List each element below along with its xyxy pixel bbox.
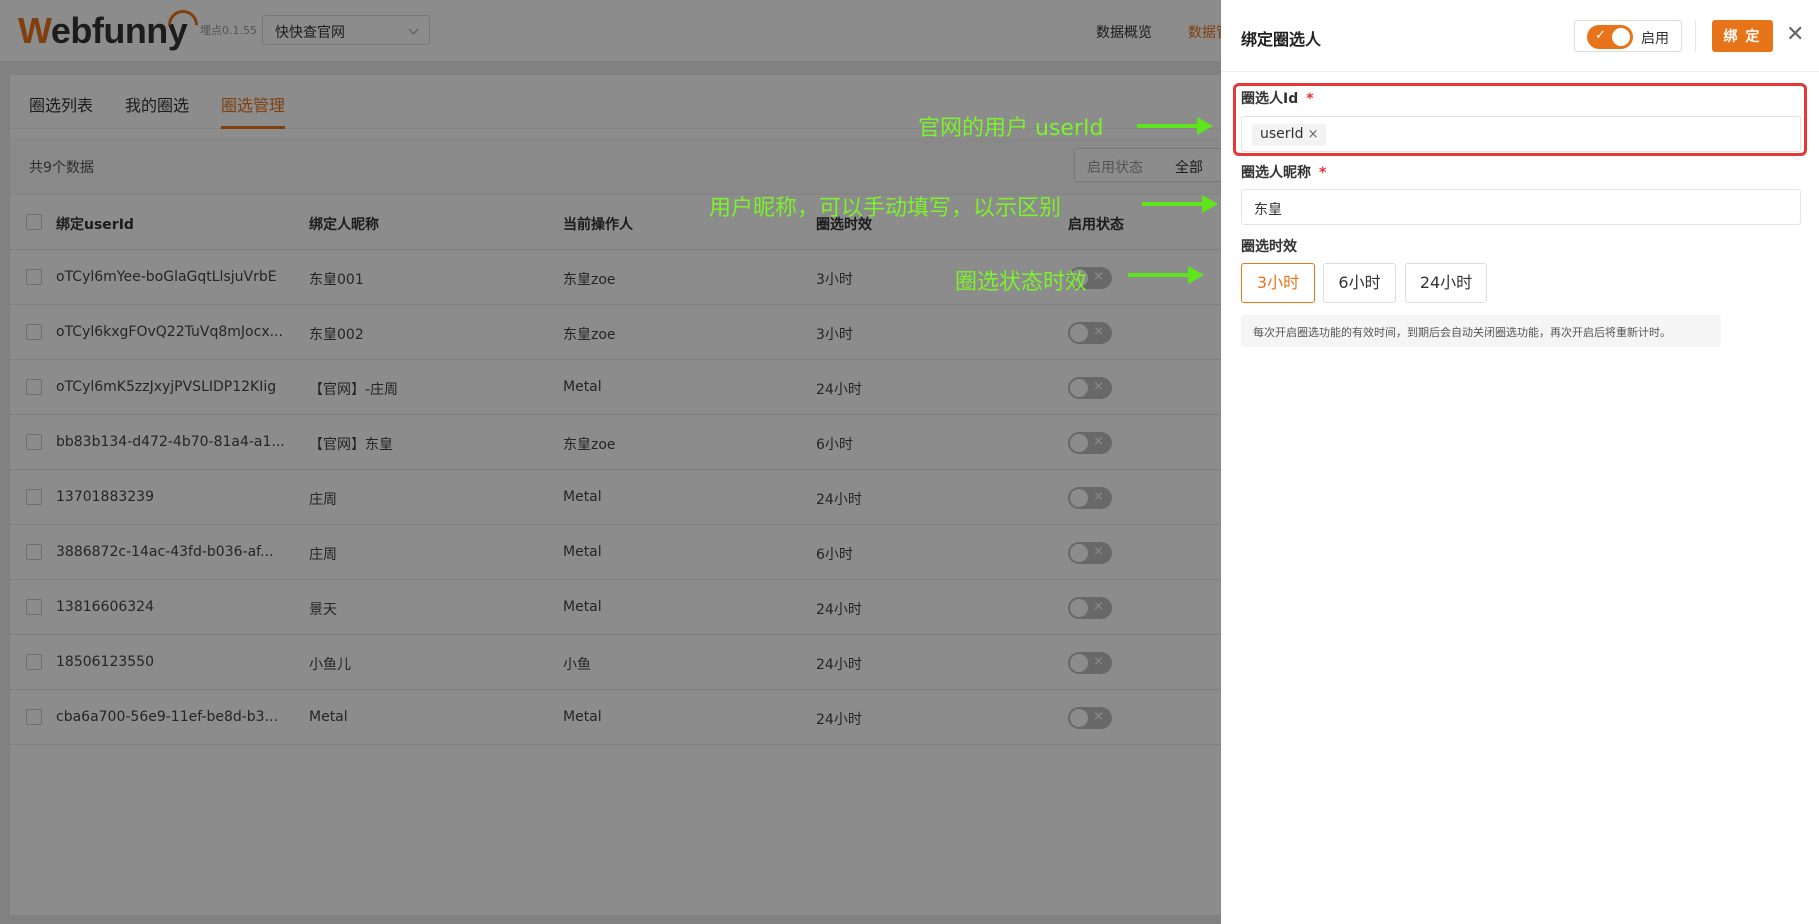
arrow-icon <box>1128 266 1204 284</box>
arrow-icon <box>1142 195 1218 213</box>
enable-switch-label: 启用 <box>1641 31 1669 47</box>
duration-hint: 每次开启圈选功能的有效时间，到期后会自动关闭圈选功能，再次开启后将重新计时。 <box>1241 315 1721 347</box>
tag-close-icon[interactable]: × <box>1308 127 1319 142</box>
bind-button[interactable]: 绑 定 <box>1712 20 1773 52</box>
duration-label: 圈选时效 <box>1241 239 1297 255</box>
divider <box>1695 20 1696 52</box>
arrow-icon <box>1137 117 1213 135</box>
enable-switch-group: ✓ 启用 <box>1574 20 1682 52</box>
selector-id-input[interactable]: userId × <box>1241 116 1801 152</box>
selector-nickname-label: 圈选人昵称 * <box>1241 165 1327 181</box>
annotation-nickname: 用户昵称，可以手动填写，以示区别 <box>709 196 1062 221</box>
annotation-userid: 官网的用户 userId <box>918 116 1104 141</box>
enable-switch[interactable]: ✓ <box>1587 25 1633 49</box>
duration-option-6h[interactable]: 6小时 <box>1323 263 1396 303</box>
bind-selector-drawer: 绑定圈选人 ✓ 启用 绑 定 ✕ 圈选人Id * userId × 圈选人昵称 * 东… <box>1221 0 1819 924</box>
drawer-title: 绑定圈选人 <box>1241 30 1322 49</box>
selector-nickname-input[interactable]: 东皇 <box>1241 189 1801 225</box>
duration-option-3h[interactable]: 3小时 <box>1241 263 1315 303</box>
duration-option-24h[interactable]: 24小时 <box>1405 263 1487 303</box>
check-icon: ✓ <box>1595 28 1606 43</box>
userid-tag: userId × <box>1252 124 1327 146</box>
drawer-header: 绑定圈选人 ✓ 启用 绑 定 ✕ <box>1221 0 1819 72</box>
close-icon[interactable]: ✕ <box>1786 22 1804 47</box>
annotation-duration: 圈选状态时效 <box>955 270 1088 295</box>
selector-id-label: 圈选人Id * <box>1241 91 1314 107</box>
